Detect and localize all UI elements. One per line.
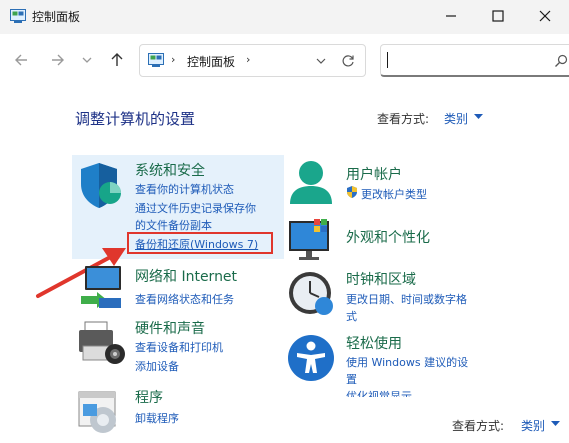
printer-icon[interactable]	[77, 318, 127, 368]
category-title-appearance[interactable]: 外观和个性化	[346, 227, 430, 247]
recent-chevron-down-icon[interactable]	[80, 50, 94, 70]
up-arrow-icon[interactable]	[107, 50, 127, 70]
link-change-account-type[interactable]: 更改帐户类型	[361, 186, 427, 202]
control-panel-icon	[10, 9, 26, 23]
close-icon	[539, 10, 551, 22]
view-by-dropdown[interactable]: 类别	[444, 110, 468, 127]
page-title: 调整计算机的设置	[75, 110, 196, 128]
control-panel-icon	[148, 53, 164, 67]
dropdown-arrow-icon[interactable]	[474, 114, 483, 120]
close-button[interactable]	[522, 0, 568, 32]
maximize-icon	[492, 10, 504, 22]
search-icon	[555, 54, 568, 67]
breadcrumb[interactable]: › 控制面板 ›	[139, 44, 366, 77]
accessibility-icon[interactable]	[286, 333, 336, 383]
category-title-hardware[interactable]: 硬件和声音	[135, 318, 205, 338]
category-title-clock-region[interactable]: 时钟和区域	[346, 269, 416, 289]
link-view-computer-status[interactable]: 查看你的计算机状态	[135, 181, 234, 197]
category-title-ease-of-access[interactable]: 轻松使用	[346, 333, 402, 353]
link-devices-printers[interactable]: 查看设备和打印机	[135, 339, 223, 355]
link-add-device[interactable]: 添加设备	[135, 358, 179, 374]
clock-icon[interactable]	[286, 268, 336, 318]
minimize-icon	[446, 15, 456, 17]
back-arrow-icon[interactable]	[12, 50, 32, 70]
maximize-button[interactable]	[475, 0, 521, 32]
title-bar: 控制面板	[0, 0, 569, 34]
refresh-icon[interactable]	[341, 54, 355, 68]
breadcrumb-separator[interactable]: ›	[171, 53, 175, 66]
annotation-highlight-box	[127, 232, 273, 254]
view-by-label: 查看方式:	[377, 112, 430, 126]
chevron-down-icon[interactable]	[315, 55, 327, 67]
link-network-status[interactable]: 查看网络状态和任务	[135, 291, 234, 307]
uac-shield-icon	[347, 186, 357, 198]
breadcrumb-separator[interactable]: ›	[246, 53, 250, 66]
monitor-icon[interactable]	[286, 215, 336, 265]
user-icon[interactable]	[286, 158, 336, 208]
forward-arrow-icon[interactable]	[47, 50, 67, 70]
status-view-by-dropdown[interactable]: 类别	[521, 417, 545, 434]
category-title-user-accounts[interactable]: 用户帐户	[346, 164, 402, 184]
breadcrumb-item-control-panel[interactable]: 控制面板	[187, 53, 235, 70]
search-input[interactable]	[380, 44, 569, 77]
dropdown-arrow-icon[interactable]	[551, 421, 560, 427]
minimize-button[interactable]	[428, 0, 474, 32]
category-title-network[interactable]: 网络和 Internet	[135, 266, 237, 286]
category-title-programs[interactable]: 程序	[135, 387, 163, 407]
link-change-date-time[interactable]: 更改日期、时间或数字格	[346, 291, 467, 307]
network-icon[interactable]	[77, 262, 127, 312]
address-bar: › 控制面板 ›	[0, 34, 569, 86]
link-uninstall-program[interactable]: 卸载程序	[135, 410, 179, 426]
link-optimize-visual[interactable]: 优化视觉显示	[346, 388, 412, 397]
link-file-history[interactable]: 通过文件历史记录保存你	[135, 200, 256, 216]
window-title: 控制面板	[32, 10, 81, 24]
link-windows-recommended-cont[interactable]: 置	[346, 371, 357, 387]
status-view-by-label: 查看方式:	[452, 419, 505, 433]
link-change-date-time-cont[interactable]: 式	[346, 308, 357, 324]
text-caret	[387, 52, 388, 68]
link-file-history-cont[interactable]: 的文件备份副本	[135, 217, 212, 233]
programs-icon[interactable]	[77, 386, 127, 436]
shield-icon[interactable]	[77, 160, 127, 210]
category-title-system-security[interactable]: 系统和安全	[135, 160, 205, 180]
link-windows-recommended[interactable]: 使用 Windows 建议的设	[346, 354, 468, 370]
